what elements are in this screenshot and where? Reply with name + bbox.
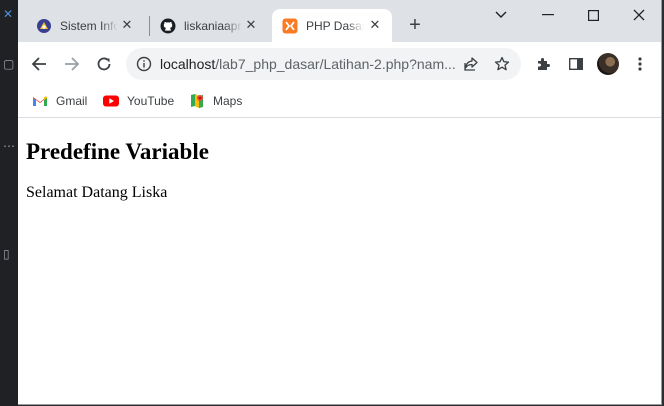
- tab-github[interactable]: liskaniaaprilia ✕: [150, 9, 268, 42]
- address-bar[interactable]: localhost/lab7_php_dasar/Latihan-2.php?n…: [126, 48, 521, 80]
- share-icon[interactable]: [463, 56, 479, 72]
- bookmark-gmail[interactable]: Gmail: [32, 91, 87, 111]
- greeting-text: Selamat Datang Liska: [26, 184, 168, 201]
- tab-bar: Sistem Informasi ✕ liskaniaaprilia ✕ PHP: [18, 0, 661, 42]
- reload-button[interactable]: [93, 53, 115, 75]
- url-path: /lab7_php_dasar/Latihan-2.php?nam...: [215, 56, 456, 72]
- new-tab-button[interactable]: +: [405, 15, 425, 36]
- bookmark-label: Gmail: [56, 94, 88, 108]
- bookmark-label: YouTube: [127, 94, 175, 108]
- background-app-strip: ✕ ▢ ⋯ ▯: [0, 0, 18, 406]
- menu-kebab-icon[interactable]: [630, 54, 650, 74]
- url-host: localhost: [160, 56, 216, 72]
- page-heading: Predefine Variable: [26, 139, 209, 164]
- maps-icon: [189, 94, 205, 108]
- maximize-button[interactable]: [582, 6, 604, 24]
- university-logo-icon: [36, 18, 52, 34]
- background-app-icon: ✕: [3, 7, 14, 21]
- bookmarks-bar: Gmail YouTube Maps: [18, 86, 661, 118]
- bookmark-label: Maps: [213, 94, 243, 108]
- background-app-icon: ⋯: [3, 139, 15, 153]
- tab-php-dasar[interactable]: PHP Dasar ✕: [272, 9, 392, 42]
- close-window-button[interactable]: [628, 6, 650, 24]
- forward-button[interactable]: [61, 53, 83, 75]
- bookmark-star-icon[interactable]: [494, 56, 510, 72]
- github-icon: [160, 18, 176, 34]
- close-tab-icon[interactable]: ✕: [120, 18, 134, 32]
- browser-toolbar: localhost/lab7_php_dasar/Latihan-2.php?n…: [18, 42, 661, 86]
- bookmark-youtube[interactable]: YouTube: [103, 91, 174, 111]
- back-button[interactable]: [28, 53, 50, 75]
- background-app-icon: ▯: [3, 247, 10, 261]
- profile-avatar[interactable]: [597, 53, 619, 75]
- page-content: Predefine Variable Selamat Datang Liska: [18, 118, 661, 404]
- tab-sistem-informasi[interactable]: Sistem Informasi ✕: [26, 9, 144, 42]
- tab-title: Sistem Informasi: [60, 18, 118, 33]
- youtube-icon: [103, 94, 119, 108]
- url-text[interactable]: localhost/lab7_php_dasar/Latihan-2.php?n…: [160, 56, 456, 72]
- tab-title: PHP Dasar: [306, 18, 364, 33]
- close-tab-icon[interactable]: ✕: [368, 18, 382, 32]
- xampp-icon: [282, 18, 298, 34]
- minimize-button[interactable]: [537, 6, 559, 24]
- tab-title: liskaniaaprilia: [184, 18, 242, 33]
- gmail-icon: [32, 94, 48, 108]
- tab-search-icon[interactable]: [490, 6, 512, 24]
- close-tab-icon[interactable]: ✕: [244, 18, 258, 32]
- browser-window: Sistem Informasi ✕ liskaniaaprilia ✕ PHP: [18, 0, 662, 405]
- extensions-icon[interactable]: [534, 54, 554, 74]
- bookmark-maps[interactable]: Maps: [189, 91, 242, 111]
- side-panel-icon[interactable]: [566, 54, 586, 74]
- site-info-icon[interactable]: [136, 56, 152, 72]
- background-app-icon: ▢: [3, 57, 15, 71]
